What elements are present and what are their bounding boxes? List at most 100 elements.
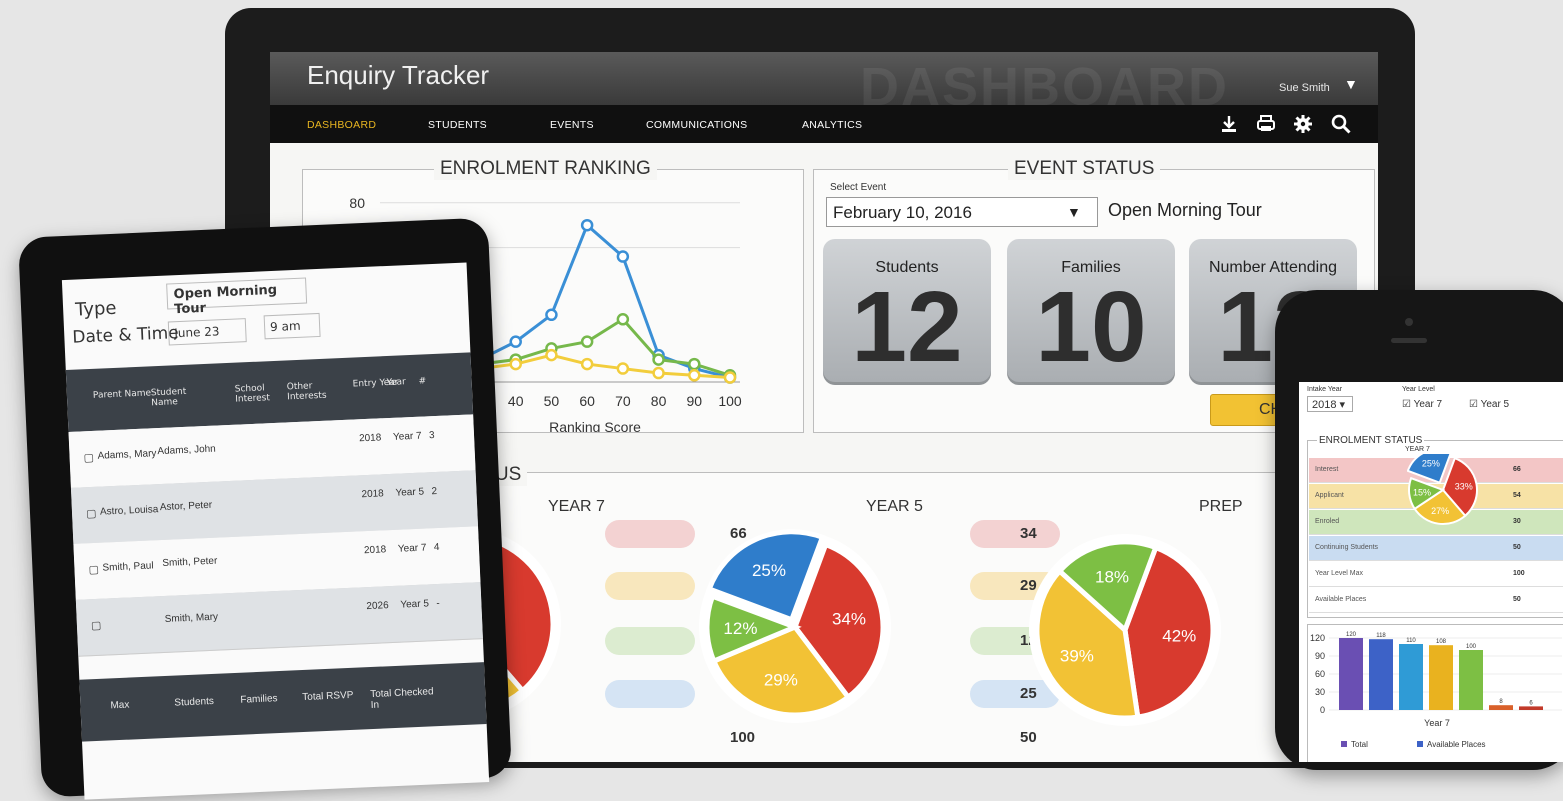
status-pie: 34% 29% 12% 25%: [699, 529, 891, 723]
bar: [1429, 645, 1453, 710]
status-band: [605, 520, 695, 548]
bar: [1459, 650, 1483, 710]
pie-slice-label: 39%: [1060, 646, 1094, 665]
pie-slice-label: 33%: [1455, 481, 1473, 491]
attendee-table: Parent Name Student Name School Interest Ot…: [65, 352, 489, 799]
bar-label: 6: [1529, 700, 1533, 706]
date-field[interactable]: June 23: [167, 318, 247, 346]
bar: [1339, 638, 1363, 710]
bar: [1489, 705, 1513, 710]
phone-bar-chart: 120 90 60 30 0 120 118 110 108 100 8 6 Year 7 Total Av…: [1310, 632, 1562, 749]
summary-header-cell: Total Checked In: [370, 686, 434, 712]
phone-status-row-value: 66: [1513, 466, 1521, 473]
pie-slice-label: 27%: [1431, 506, 1449, 516]
phone-status-pie: 33% 27%15% 25%: [1407, 454, 1478, 525]
phone-status-row: Continuing Students 50: [1309, 536, 1563, 561]
table-header-cell: Other Interests: [286, 381, 327, 403]
year-level-label: Year Level: [1402, 386, 1435, 393]
summary-header: Max Students Families Total RSVP Total Check…: [79, 662, 487, 742]
status-band: [605, 627, 695, 655]
row-parent-name: Smith, Paul: [102, 560, 154, 574]
bar-label: 120: [1346, 632, 1357, 638]
status-band: [605, 680, 695, 708]
phone-speaker: [1391, 338, 1427, 343]
row-year: Year 7: [392, 430, 422, 443]
phone-screen: Intake Year 2018 ▾ Year Level ☑ Year 7 ☑…: [1299, 382, 1563, 762]
type-label: Type: [74, 297, 117, 321]
status-band: [605, 572, 695, 600]
bar: [1369, 639, 1393, 710]
tablet-device: Type Open Morning Tour Date & Time June …: [18, 217, 512, 800]
row-student-name: Astor, Peter: [159, 499, 213, 514]
row-checkbox-icon: ▢: [90, 619, 102, 633]
row-checkbox-icon: ▢: [88, 563, 100, 577]
phone-status-sub: YEAR 7: [1405, 446, 1430, 453]
bar-label: 100: [1466, 644, 1477, 650]
checkbox-year7[interactable]: ☑ Year 7: [1402, 399, 1442, 410]
row-year: Year 5: [400, 598, 430, 611]
type-field[interactable]: Open Morning Tour: [166, 277, 308, 317]
phone-status-row: Available Places 50: [1309, 588, 1563, 613]
phone-status-row: Year Level Max 100: [1309, 562, 1563, 587]
pie-slice-label: 15%: [1413, 487, 1431, 497]
phone-status-row-label: Applicant: [1315, 492, 1344, 499]
summary-header-cell: Families: [240, 693, 278, 706]
pie-slice-label: 25%: [1422, 459, 1440, 469]
phone-status-row-label: Year Level Max: [1315, 570, 1363, 577]
phone-status-row-value: 30: [1513, 518, 1521, 525]
pie-slice-label: 18%: [1095, 568, 1129, 587]
table-header-cell: Parent Name: [92, 388, 152, 401]
phone-camera: [1405, 318, 1413, 326]
phone-status-row-label: Continuing Students: [1315, 544, 1379, 551]
row-count: 2: [431, 485, 438, 498]
row-parent-name: Adams, Mary: [97, 448, 157, 462]
intake-year-value: 2018: [1312, 399, 1337, 411]
time-field[interactable]: 9 am: [263, 312, 321, 340]
summary-header-cell: Students: [174, 695, 215, 709]
row-parent-name: Astro, Louisa: [99, 504, 159, 518]
row-year: Year 5: [395, 486, 425, 499]
row-checkbox-icon: ▢: [85, 507, 97, 521]
bar-label: 110: [1406, 638, 1416, 644]
bar-y-tick: 30: [1315, 687, 1325, 697]
pie-slice-label: 25%: [752, 561, 786, 580]
legend-available-marker: [1417, 741, 1423, 747]
row-entry-year: 2018: [358, 432, 382, 445]
checkbox-year5[interactable]: ☑ Year 5: [1469, 399, 1509, 410]
bar-caption: Year 7: [1424, 718, 1450, 728]
row-count: 4: [433, 541, 440, 554]
row-student-name: Smith, Peter: [162, 555, 218, 570]
tablet-screen: Type Open Morning Tour Date & Time June …: [61, 262, 490, 800]
phone-status-row-value: 50: [1513, 544, 1521, 551]
status-pie: 42% 39% 18%: [1029, 534, 1221, 726]
legend-total-marker: [1341, 741, 1347, 747]
bar-label: 8: [1499, 699, 1503, 705]
summary-header-cell: Total RSVP: [302, 689, 354, 704]
legend-total: Total: [1351, 740, 1368, 749]
summary-header-cell: Max: [110, 699, 130, 712]
legend-available: Available Places: [1427, 740, 1486, 749]
bar-label: 108: [1436, 639, 1447, 645]
phone-status-row-value: 54: [1513, 492, 1521, 499]
pie-slice-label: 34%: [832, 610, 866, 629]
row-student-name: Smith, Mary: [164, 611, 219, 625]
phone-status-row-value: 50: [1513, 596, 1521, 603]
bar-y-tick: 0: [1320, 705, 1325, 715]
row-count: 3: [428, 430, 435, 442]
phone-device: Intake Year 2018 ▾ Year Level ☑ Year 7 ☑…: [1275, 290, 1563, 770]
pie-slice-label: 12%: [723, 619, 757, 638]
bar-y-tick: 60: [1315, 669, 1325, 679]
phone-status-row-label: Available Places: [1315, 596, 1367, 603]
bar-label: 118: [1376, 633, 1386, 639]
row-checkbox-icon: ▢: [83, 451, 95, 465]
row-entry-year: 2018: [363, 544, 387, 557]
bar-y-tick: 90: [1315, 651, 1325, 661]
row-count: -: [436, 597, 440, 610]
pie-slice-label: 29%: [764, 670, 798, 689]
row-entry-year: 2026: [366, 600, 389, 613]
row-student-name: Adams, John: [157, 443, 217, 458]
table-header-cell: Student Name: [150, 386, 187, 409]
intake-year-select[interactable]: 2018 ▾: [1307, 396, 1353, 412]
intake-year-label: Intake Year: [1307, 386, 1343, 393]
pie-slice-label: 42%: [1162, 626, 1196, 645]
